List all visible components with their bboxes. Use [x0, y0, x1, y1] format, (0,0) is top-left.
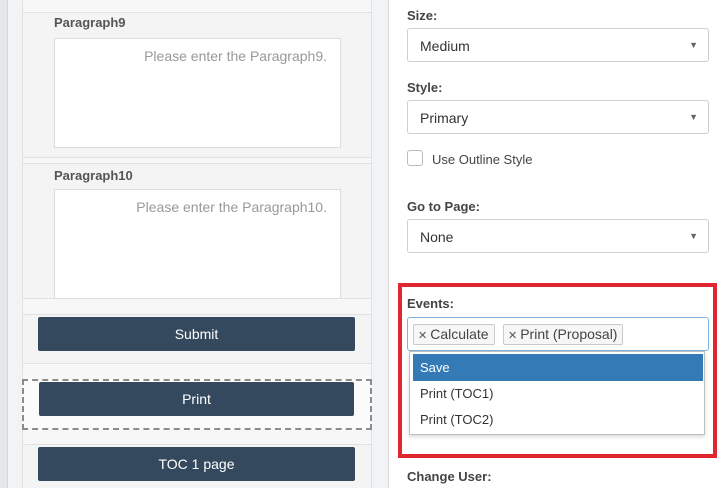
- paragraph10-placeholder: Please enter the Paragraph10.: [136, 199, 327, 215]
- print-button[interactable]: Print: [39, 382, 354, 416]
- style-select[interactable]: Primary ▼: [407, 100, 709, 134]
- chevron-down-icon: ▼: [689, 40, 698, 50]
- size-select[interactable]: Medium ▼: [407, 28, 709, 62]
- size-label: Size:: [407, 8, 438, 23]
- goto-page-value: None: [420, 229, 454, 245]
- paragraph9-textarea[interactable]: Please enter the Paragraph9.: [54, 38, 341, 148]
- chevron-down-icon: ▼: [689, 231, 698, 241]
- style-value: Primary: [420, 110, 469, 126]
- paragraph9-placeholder: Please enter the Paragraph9.: [144, 48, 327, 64]
- paragraph9-label: Paragraph9: [54, 15, 126, 30]
- paragraph9-block[interactable]: Paragraph9 Please enter the Paragraph9.: [22, 12, 372, 158]
- paragraph10-block[interactable]: Paragraph10 Please enter the Paragraph10…: [22, 163, 372, 299]
- size-value: Medium: [420, 38, 470, 54]
- goto-page-label: Go to Page:: [407, 199, 480, 214]
- chevron-down-icon: ▼: [689, 112, 698, 122]
- toc-1-page-button[interactable]: TOC 1 page: [38, 447, 355, 481]
- submit-button[interactable]: Submit: [38, 317, 355, 351]
- outline-style-label[interactable]: Use Outline Style: [432, 152, 532, 167]
- style-label: Style:: [407, 80, 443, 95]
- outline-style-checkbox[interactable]: [407, 150, 423, 166]
- toc-button-block[interactable]: TOC 1 page: [22, 444, 372, 488]
- form-canvas: Paragraph9 Please enter the Paragraph9. …: [0, 0, 388, 488]
- paragraph10-textarea[interactable]: Please enter the Paragraph10.: [54, 189, 341, 299]
- goto-page-select[interactable]: None ▼: [407, 219, 709, 253]
- paragraph10-label: Paragraph10: [54, 168, 133, 183]
- highlight-frame: [398, 283, 717, 458]
- print-button-block[interactable]: Print: [22, 379, 372, 430]
- change-user-label: Change User:: [407, 469, 492, 484]
- submit-button-block[interactable]: Submit: [22, 314, 372, 364]
- canvas-gutter: [0, 0, 8, 488]
